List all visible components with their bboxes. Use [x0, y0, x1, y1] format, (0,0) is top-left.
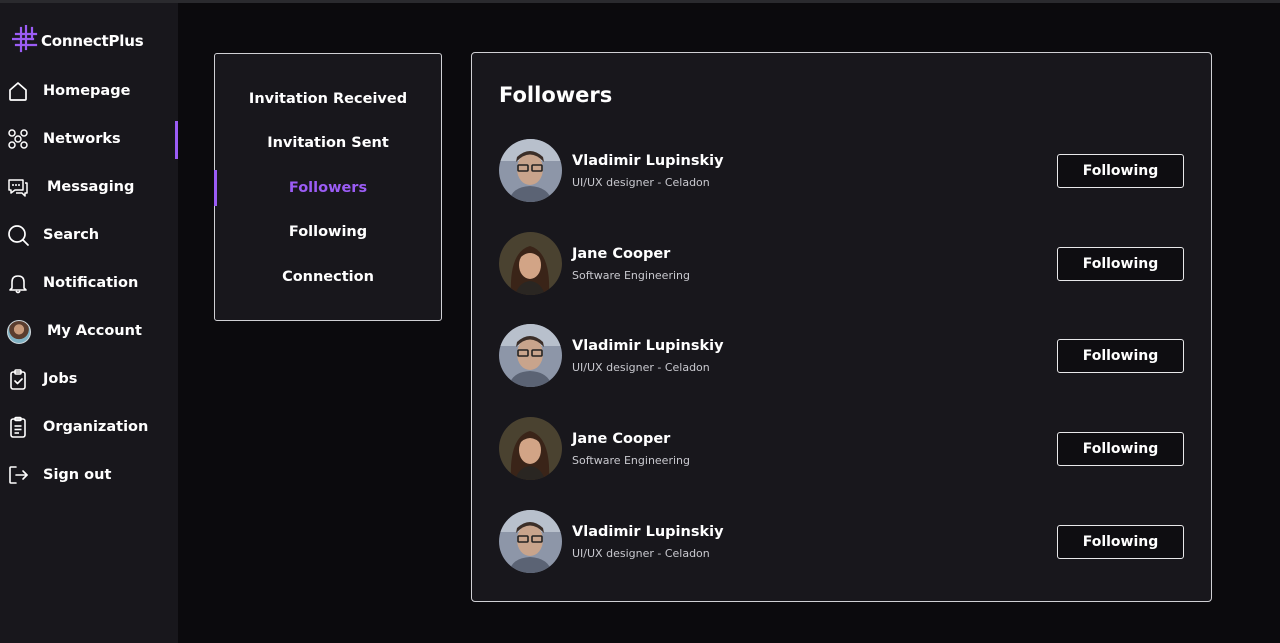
follower-role: Software Engineering	[572, 269, 690, 282]
nav-label: Sign out	[43, 467, 112, 483]
logo-icon	[11, 24, 38, 57]
nav-search[interactable]: Search	[0, 217, 178, 253]
nav-label: Messaging	[47, 179, 135, 195]
page-title: Followers	[499, 83, 613, 107]
list-item: Vladimir Lupinskiy UI/UX designer - Cela…	[499, 139, 1185, 203]
follower-role: UI/UX designer - Celadon	[572, 176, 710, 189]
nav-label: Homepage	[43, 83, 131, 99]
logo-text: ConnectPlus	[41, 32, 144, 50]
follower-role: UI/UX designer - Celadon	[572, 361, 710, 374]
follower-role: UI/UX designer - Celadon	[572, 547, 710, 560]
document-icon	[7, 416, 29, 438]
list-item: Jane Cooper Software Engineering Followi…	[499, 232, 1185, 296]
nav-sign-out[interactable]: Sign out	[0, 457, 178, 493]
nav-notification[interactable]: Notification	[0, 265, 178, 301]
avatar[interactable]	[499, 324, 562, 387]
followers-panel: Followers Vladimir Lupinskiy UI/UX desig…	[471, 52, 1212, 602]
follower-name[interactable]: Jane Cooper	[572, 431, 670, 447]
avatar	[7, 320, 31, 344]
nav-label: Organization	[43, 419, 149, 435]
list-item: Vladimir Lupinskiy UI/UX designer - Cela…	[499, 510, 1185, 574]
chat-icon	[7, 176, 29, 198]
submenu-followers[interactable]: Followers	[213, 170, 441, 206]
nav-label: My Account	[47, 323, 142, 339]
avatar[interactable]	[499, 232, 562, 295]
nav-networks[interactable]: Networks	[0, 121, 178, 159]
follower-role: Software Engineering	[572, 454, 690, 467]
nav-label: Notification	[43, 275, 139, 291]
nav-label: Jobs	[43, 371, 78, 387]
list-item: Vladimir Lupinskiy UI/UX designer - Cela…	[499, 324, 1185, 388]
clipboard-check-icon	[7, 368, 29, 390]
nav-homepage[interactable]: Homepage	[0, 73, 178, 109]
nav-label: Search	[43, 227, 100, 243]
nav-label: Networks	[43, 131, 121, 147]
top-border	[0, 0, 1280, 3]
following-button[interactable]: Following	[1057, 525, 1184, 559]
nav-my-account[interactable]: My Account	[0, 313, 178, 349]
home-icon	[7, 80, 29, 102]
following-button[interactable]: Following	[1057, 247, 1184, 281]
following-button[interactable]: Following	[1057, 432, 1184, 466]
submenu-invitation-received[interactable]: Invitation Received	[215, 81, 441, 117]
avatar[interactable]	[499, 139, 562, 202]
nav-organization[interactable]: Organization	[0, 409, 178, 445]
submenu-following[interactable]: Following	[215, 214, 441, 250]
sidebar: ConnectPlus Homepage Networks Messaging	[0, 3, 178, 643]
follower-name[interactable]: Jane Cooper	[572, 246, 670, 262]
network-submenu: Invitation Received Invitation Sent Foll…	[213, 53, 442, 321]
search-icon	[7, 224, 29, 246]
sign-out-icon	[7, 464, 29, 486]
following-button[interactable]: Following	[1057, 154, 1184, 188]
follower-name[interactable]: Vladimir Lupinskiy	[572, 524, 724, 540]
follower-name[interactable]: Vladimir Lupinskiy	[572, 153, 724, 169]
bell-icon	[7, 272, 29, 294]
following-button[interactable]: Following	[1057, 339, 1184, 373]
nav-messaging[interactable]: Messaging	[0, 169, 178, 205]
avatar[interactable]	[499, 510, 562, 573]
network-icon	[7, 128, 29, 150]
submenu-connection[interactable]: Connection	[215, 259, 441, 295]
submenu-invitation-sent[interactable]: Invitation Sent	[215, 125, 441, 161]
nav-jobs[interactable]: Jobs	[0, 361, 178, 397]
follower-name[interactable]: Vladimir Lupinskiy	[572, 338, 724, 354]
logo[interactable]: ConnectPlus	[11, 24, 144, 57]
avatar[interactable]	[499, 417, 562, 480]
list-item: Jane Cooper Software Engineering Followi…	[499, 417, 1185, 481]
